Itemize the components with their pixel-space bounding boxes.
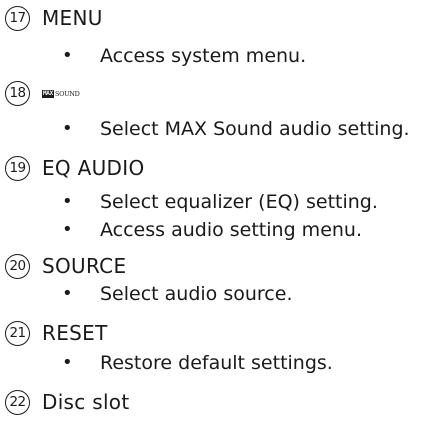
item-title: MENU	[42, 6, 103, 30]
bullet-text: Select audio source.	[100, 283, 293, 305]
maxsound-logo-word: SOUND	[54, 89, 80, 98]
bullet-text: Select MAX Sound audio setting.	[100, 118, 410, 140]
item-title: SOURCE	[42, 254, 127, 278]
bullet-text: Select equalizer (EQ) setting.	[100, 191, 378, 213]
item-number-badge: 18	[5, 81, 30, 106]
bullet-dot: •	[62, 219, 73, 240]
item-title: Disc slot	[42, 390, 130, 414]
item-number-badge: 21	[5, 321, 30, 346]
item-number-badge: 22	[5, 390, 30, 415]
bullet-text: Access system menu.	[100, 45, 307, 67]
manual-page: 17 MENU • Access system menu. 18 MAX SOU…	[0, 0, 425, 432]
item-title: RESET	[42, 321, 108, 345]
item-number-badge: 19	[5, 156, 30, 181]
maxsound-logo-box: MAX	[42, 89, 54, 98]
bullet-dot: •	[62, 191, 73, 212]
bullet-text: Access audio setting menu.	[100, 219, 363, 241]
item-title: EQ AUDIO	[42, 156, 145, 180]
item-number-badge: 17	[5, 6, 30, 31]
bullet-text: Restore default settings.	[100, 352, 333, 374]
bullet-dot: •	[62, 118, 73, 139]
bullet-dot: •	[62, 352, 73, 373]
bullet-dot: •	[62, 283, 73, 304]
bullet-dot: •	[62, 45, 73, 66]
item-number-badge: 20	[5, 254, 30, 279]
maxsound-logo: MAX SOUND	[42, 89, 80, 98]
